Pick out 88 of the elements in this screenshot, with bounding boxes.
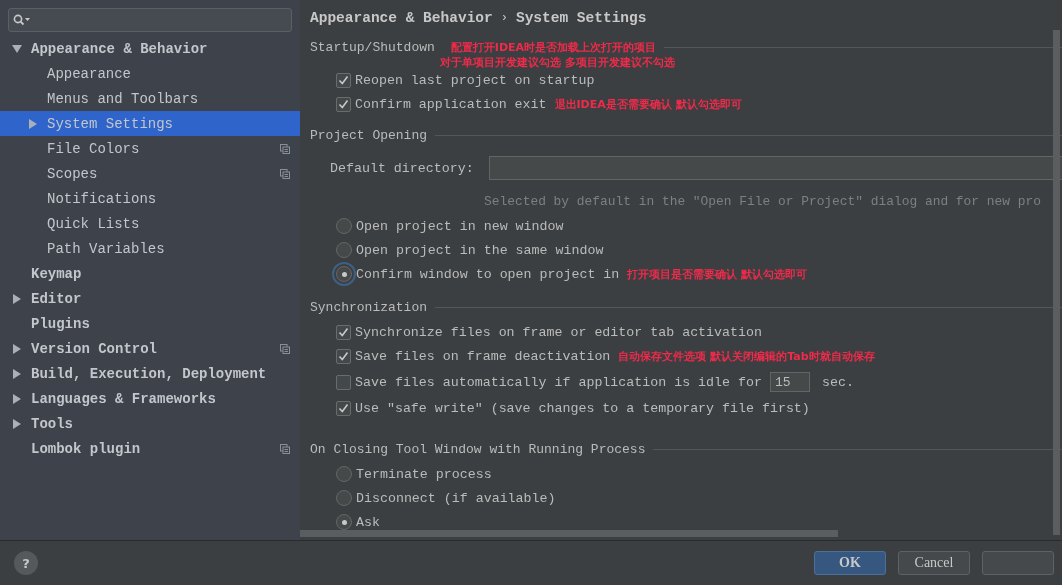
tree-item-label: Appearance & Behavior xyxy=(31,40,209,57)
checkbox[interactable] xyxy=(336,400,351,416)
expand-arrow-icon[interactable] xyxy=(12,343,22,354)
checkbox-label: Save files on frame deactivation xyxy=(355,348,611,364)
help-button[interactable]: ? xyxy=(14,551,38,575)
checkbox[interactable] xyxy=(336,96,351,112)
horizontal-scrollbar[interactable] xyxy=(300,530,838,537)
unit-label: sec. xyxy=(821,374,854,390)
annotation-text: 自动保存文件选项 默认关闭编辑的Tab时就自动保存 xyxy=(618,348,875,364)
tree-item[interactable]: Lombok plugin xyxy=(0,436,300,461)
tree-item[interactable]: Appearance & Behavior xyxy=(0,36,300,61)
tree-item[interactable]: Plugins xyxy=(0,311,300,336)
tree-item-label: Build, Execution, Deployment xyxy=(31,365,268,382)
checkbox-label: Synchronize files on frame or editor tab activation xyxy=(355,324,762,340)
annotation-text: 打开项目是否需要确认 默认勾选即可 xyxy=(627,266,808,282)
tree-item[interactable]: Scopes xyxy=(0,161,300,186)
tree-item-label: Appearance xyxy=(47,65,132,82)
tree-item[interactable]: System Settings xyxy=(0,111,300,136)
tree-item-label: Version Control xyxy=(31,340,159,357)
radio-label: Open project in the same window xyxy=(356,242,604,258)
tree-item-label: Scopes xyxy=(47,165,99,182)
tree-item[interactable]: Menus and Toolbars xyxy=(0,86,300,111)
dialog-button[interactable]: OK xyxy=(814,551,886,575)
tree-item-label: Languages & Frameworks xyxy=(31,390,217,407)
tree-item[interactable]: Languages & Frameworks xyxy=(0,386,300,411)
section-title: Startup/Shutdown xyxy=(310,39,435,55)
radio-button[interactable] xyxy=(336,490,352,506)
tree-item-label: Menus and Toolbars xyxy=(47,90,200,107)
breadcrumb-item: Appearance & Behavior xyxy=(310,10,493,26)
expand-arrow-icon[interactable] xyxy=(28,118,38,129)
breadcrumb-item: System Settings xyxy=(515,10,647,26)
checkbox[interactable] xyxy=(336,374,351,390)
annotation-text: 退出IDEA是否需要确认 默认勾选即可 xyxy=(554,96,742,112)
radio-label: Confirm window to open project in xyxy=(356,266,620,282)
tree-item[interactable]: Version Control xyxy=(0,336,300,361)
checkbox-label: Confirm application exit xyxy=(355,96,547,112)
tree-item[interactable]: Editor xyxy=(0,286,300,311)
tree-item-label: File Colors xyxy=(47,140,141,157)
search-icon xyxy=(13,14,31,26)
checkbox-label: Reopen last project on startup xyxy=(355,72,595,88)
tree-item-label: Notifications xyxy=(47,190,158,207)
tree-item-label: Tools xyxy=(31,415,74,432)
radio-button[interactable] xyxy=(336,466,352,482)
checkbox-label: Save files automatically if application is idle for xyxy=(355,374,762,390)
annotation-text: 对于单项目开发建议勾选 多项目开发建议不勾选 xyxy=(440,54,675,70)
search-field[interactable] xyxy=(8,8,292,32)
tree-item[interactable]: Build, Execution, Deployment xyxy=(0,361,300,386)
checkbox[interactable] xyxy=(336,348,351,364)
tree-item-label: Quick Lists xyxy=(47,215,141,232)
radio-label: Open project in new window xyxy=(356,218,564,234)
expand-arrow-icon[interactable] xyxy=(12,393,22,404)
tree-item[interactable]: Keymap xyxy=(0,261,300,286)
vertical-scrollbar[interactable] xyxy=(1053,30,1060,535)
checkbox[interactable] xyxy=(336,72,351,88)
tree-item-label: Lombok plugin xyxy=(31,440,142,457)
radio-button[interactable] xyxy=(336,514,352,530)
tree-item-label: Keymap xyxy=(31,265,83,282)
radio-label: Disconnect (if available) xyxy=(356,490,556,506)
tree-item[interactable]: Tools xyxy=(0,411,300,436)
checkbox[interactable] xyxy=(336,324,351,340)
checkbox-label: Use "safe write" (save changes to a temporary file first) xyxy=(355,400,810,416)
tree-item[interactable]: Path Variables xyxy=(0,236,300,261)
section-title: On Closing Tool Window with Running Process xyxy=(310,441,646,457)
field-label: Default directory: xyxy=(330,160,474,176)
expand-arrow-icon[interactable] xyxy=(12,418,22,429)
tree-item-label: Path Variables xyxy=(47,240,166,257)
hint-text: Selected by default in the "Open File or Project" dialog and for new pro xyxy=(484,193,1041,209)
radio-label: Terminate process xyxy=(356,466,492,482)
radio-label: Ask xyxy=(356,514,380,530)
tree-item[interactable]: Notifications xyxy=(0,186,300,211)
tree-item[interactable]: File Colors xyxy=(0,136,300,161)
section-title: Project Opening xyxy=(310,127,428,143)
tree-item[interactable]: Appearance xyxy=(0,61,300,86)
section-title: Synchronization xyxy=(310,299,428,315)
breadcrumb-separator: › xyxy=(500,11,508,25)
number-field[interactable]: 15 xyxy=(769,372,810,392)
annotation-text: 配置打开IDEA时是否加载上次打开的项目 xyxy=(450,39,657,55)
expand-arrow-icon[interactable] xyxy=(12,293,22,304)
tree-item-label: System Settings xyxy=(47,115,175,132)
radio-button[interactable] xyxy=(336,242,352,258)
directory-field[interactable] xyxy=(488,156,1062,180)
tree-item-label: Editor xyxy=(31,290,83,307)
expand-arrow-icon[interactable] xyxy=(12,368,22,379)
radio-button[interactable] xyxy=(336,218,352,234)
expand-arrow-icon[interactable] xyxy=(12,43,22,54)
tree-item[interactable]: Quick Lists xyxy=(0,211,300,236)
dialog-button[interactable]: Cancel xyxy=(898,551,970,575)
tree-item-label: Plugins xyxy=(31,315,91,332)
